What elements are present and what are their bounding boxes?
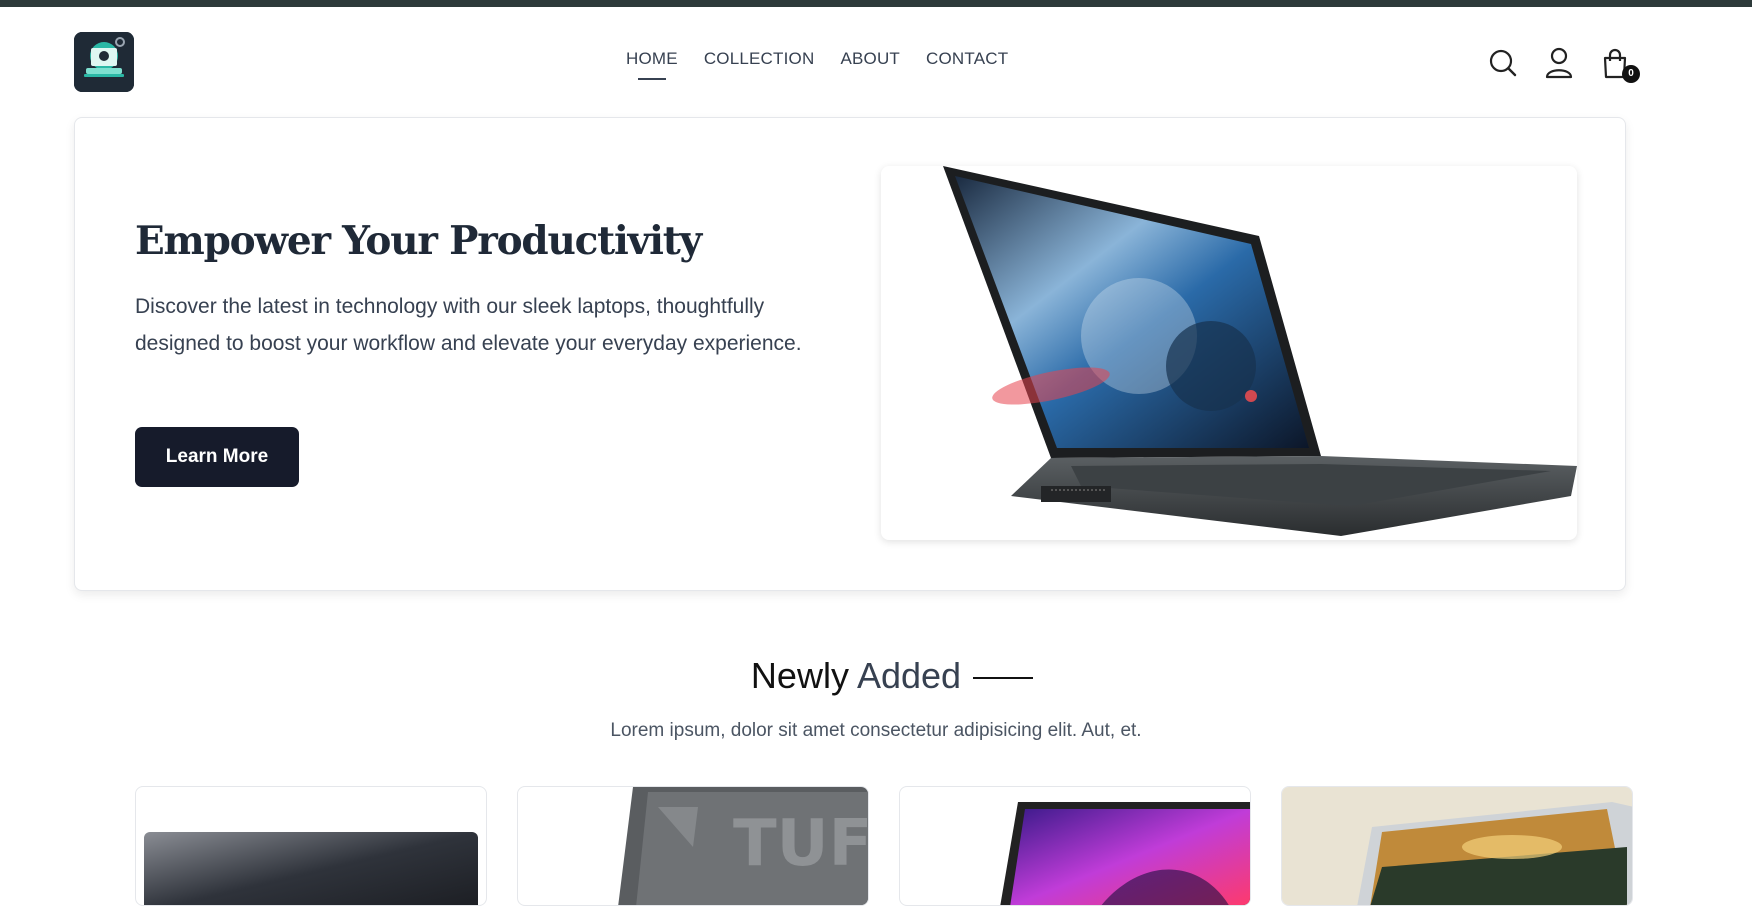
- shopping-bag-icon[interactable]: 0: [1600, 47, 1640, 83]
- hero-laptop-image: [881, 166, 1577, 540]
- hero-title: Empower Your Productivity: [135, 218, 702, 264]
- newly-added-title: Newly Added: [750, 655, 1034, 697]
- search-icon[interactable]: [1488, 47, 1518, 79]
- title-part-2: Added: [856, 655, 962, 696]
- cart-count-badge: 0: [1622, 65, 1640, 83]
- product-image: [1282, 787, 1632, 905]
- product-image: [1000, 802, 1250, 905]
- section-subtitle: Lorem ipsum, dolor sit amet consectetur …: [610, 720, 1142, 741]
- product-image: TUF: [618, 787, 869, 905]
- learn-more-button[interactable]: Learn More: [135, 427, 299, 487]
- product-card[interactable]: [899, 786, 1251, 906]
- product-image: [144, 832, 478, 905]
- product-card[interactable]: [135, 786, 487, 906]
- user-icon[interactable]: [1544, 47, 1574, 79]
- top-bar: [0, 0, 1752, 7]
- nav-about-link[interactable]: ABOUT: [840, 49, 900, 69]
- laptop-logo-icon: [74, 32, 134, 92]
- site-logo[interactable]: [74, 32, 134, 92]
- hero-description: Discover the latest in technology with o…: [135, 295, 802, 355]
- nav-home-link[interactable]: HOME: [626, 49, 678, 80]
- header-actions: 0: [1488, 47, 1640, 83]
- main-nav: HOME COLLECTION ABOUT CONTACT: [626, 49, 1008, 80]
- product-card[interactable]: TUF: [517, 786, 869, 906]
- hero-banner: Empower Your Productivity Discover the l…: [74, 117, 1626, 591]
- svg-text:TUF: TUF: [733, 807, 869, 881]
- site-header: HOME COLLECTION ABOUT CONTACT 0: [0, 7, 1752, 107]
- nav-collection-link[interactable]: COLLECTION: [704, 49, 815, 69]
- product-card[interactable]: [1281, 786, 1633, 906]
- title-divider: [973, 677, 1034, 679]
- nav-contact-link[interactable]: CONTACT: [926, 49, 1008, 69]
- section-heading: Newly Added: [0, 655, 1752, 697]
- product-grid: TUF: [135, 786, 1633, 906]
- title-part-1: Newly: [750, 655, 849, 696]
